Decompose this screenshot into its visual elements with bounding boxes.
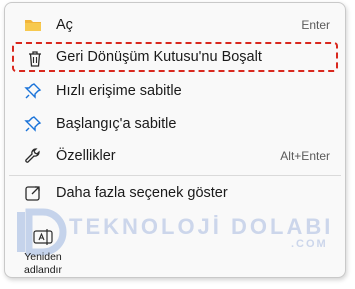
menu-item-label: Geri Dönüşüm Kutusu'nu Boşalt (56, 49, 262, 65)
pin-icon (24, 115, 42, 133)
menu-item-properties[interactable]: Özellikler Alt+Enter (12, 141, 338, 171)
rename-icon (33, 227, 53, 247)
menu-item-shortcut: Enter (301, 18, 330, 32)
menu-item-shortcut: Alt+Enter (280, 149, 330, 163)
menu-item-label: Daha fazla seçenek göster (56, 185, 228, 201)
watermark-text: TEKNOLOJİ DOLABI (69, 214, 334, 239)
menu-item-label: Aç (56, 17, 73, 33)
context-menu: Aç Enter Geri Dönüşüm Kutusu'nu Boşalt H… (4, 2, 346, 278)
menu-item-label: Başlangıç'a sabitle (56, 116, 177, 132)
menu-item-label: Özellikler (56, 148, 116, 164)
folder-icon (24, 16, 42, 34)
rename-label-line2: adlandır (24, 264, 62, 276)
menu-item-open[interactable]: Aç Enter (12, 10, 338, 40)
trash-icon (26, 50, 44, 68)
menu-item-show-more-options[interactable]: Daha fazla seçenek göster (12, 178, 338, 208)
pin-icon (24, 82, 42, 100)
menu-separator (9, 175, 341, 176)
watermark-subtext: .COM (291, 238, 328, 250)
rename-label-line1: Yeniden (24, 251, 62, 263)
menu-item-pin-start[interactable]: Başlangıç'a sabitle (12, 109, 338, 139)
rename-button[interactable]: Yeniden adlandır (13, 225, 73, 279)
menu-item-pin-quick-access[interactable]: Hızlı erişime sabitle (12, 76, 338, 106)
rename-label: Yeniden adlandır (13, 251, 73, 277)
menu-item-label: Hızlı erişime sabitle (56, 83, 182, 99)
menu-item-empty-recycle-bin[interactable]: Geri Dönüşüm Kutusu'nu Boşalt (12, 42, 338, 72)
wrench-icon (24, 147, 42, 165)
external-link-icon (24, 184, 42, 202)
